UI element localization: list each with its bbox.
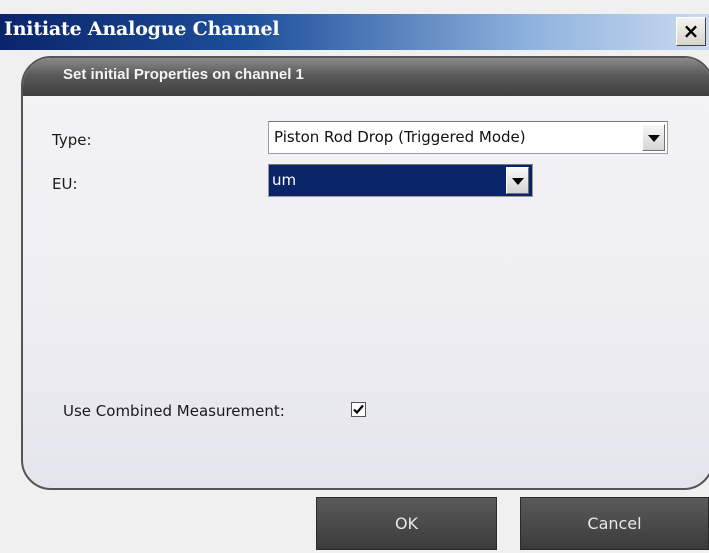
close-button[interactable]: × — [676, 17, 706, 46]
eu-label: EU: — [52, 175, 78, 193]
chevron-down-icon — [512, 178, 524, 185]
eu-dropdown-button[interactable] — [506, 167, 529, 194]
type-label: Type: — [52, 131, 92, 149]
eu-dropdown[interactable]: um — [268, 164, 533, 197]
dialog-window: Initiate Analogue Channel × Set initial … — [0, 0, 709, 553]
checkmark-icon — [353, 404, 364, 415]
ok-button[interactable]: OK — [316, 497, 497, 550]
combined-measurement-label: Use Combined Measurement: — [63, 402, 285, 420]
combined-measurement-checkbox[interactable] — [351, 402, 366, 417]
close-icon: × — [682, 19, 700, 43]
type-value: Piston Rod Drop (Triggered Mode) — [274, 128, 526, 146]
type-dropdown-button[interactable] — [642, 124, 665, 151]
panel-header: Set initial Properties on channel 1 — [23, 58, 709, 96]
chevron-down-icon — [648, 135, 660, 142]
type-dropdown[interactable]: Piston Rod Drop (Triggered Mode) — [268, 121, 668, 154]
panel-title: Set initial Properties on channel 1 — [63, 66, 304, 83]
window-title: Initiate Analogue Channel — [4, 18, 280, 40]
cancel-button[interactable]: Cancel — [520, 497, 709, 550]
title-bar[interactable]: Initiate Analogue Channel × — [0, 14, 709, 50]
eu-value: um — [272, 171, 297, 189]
